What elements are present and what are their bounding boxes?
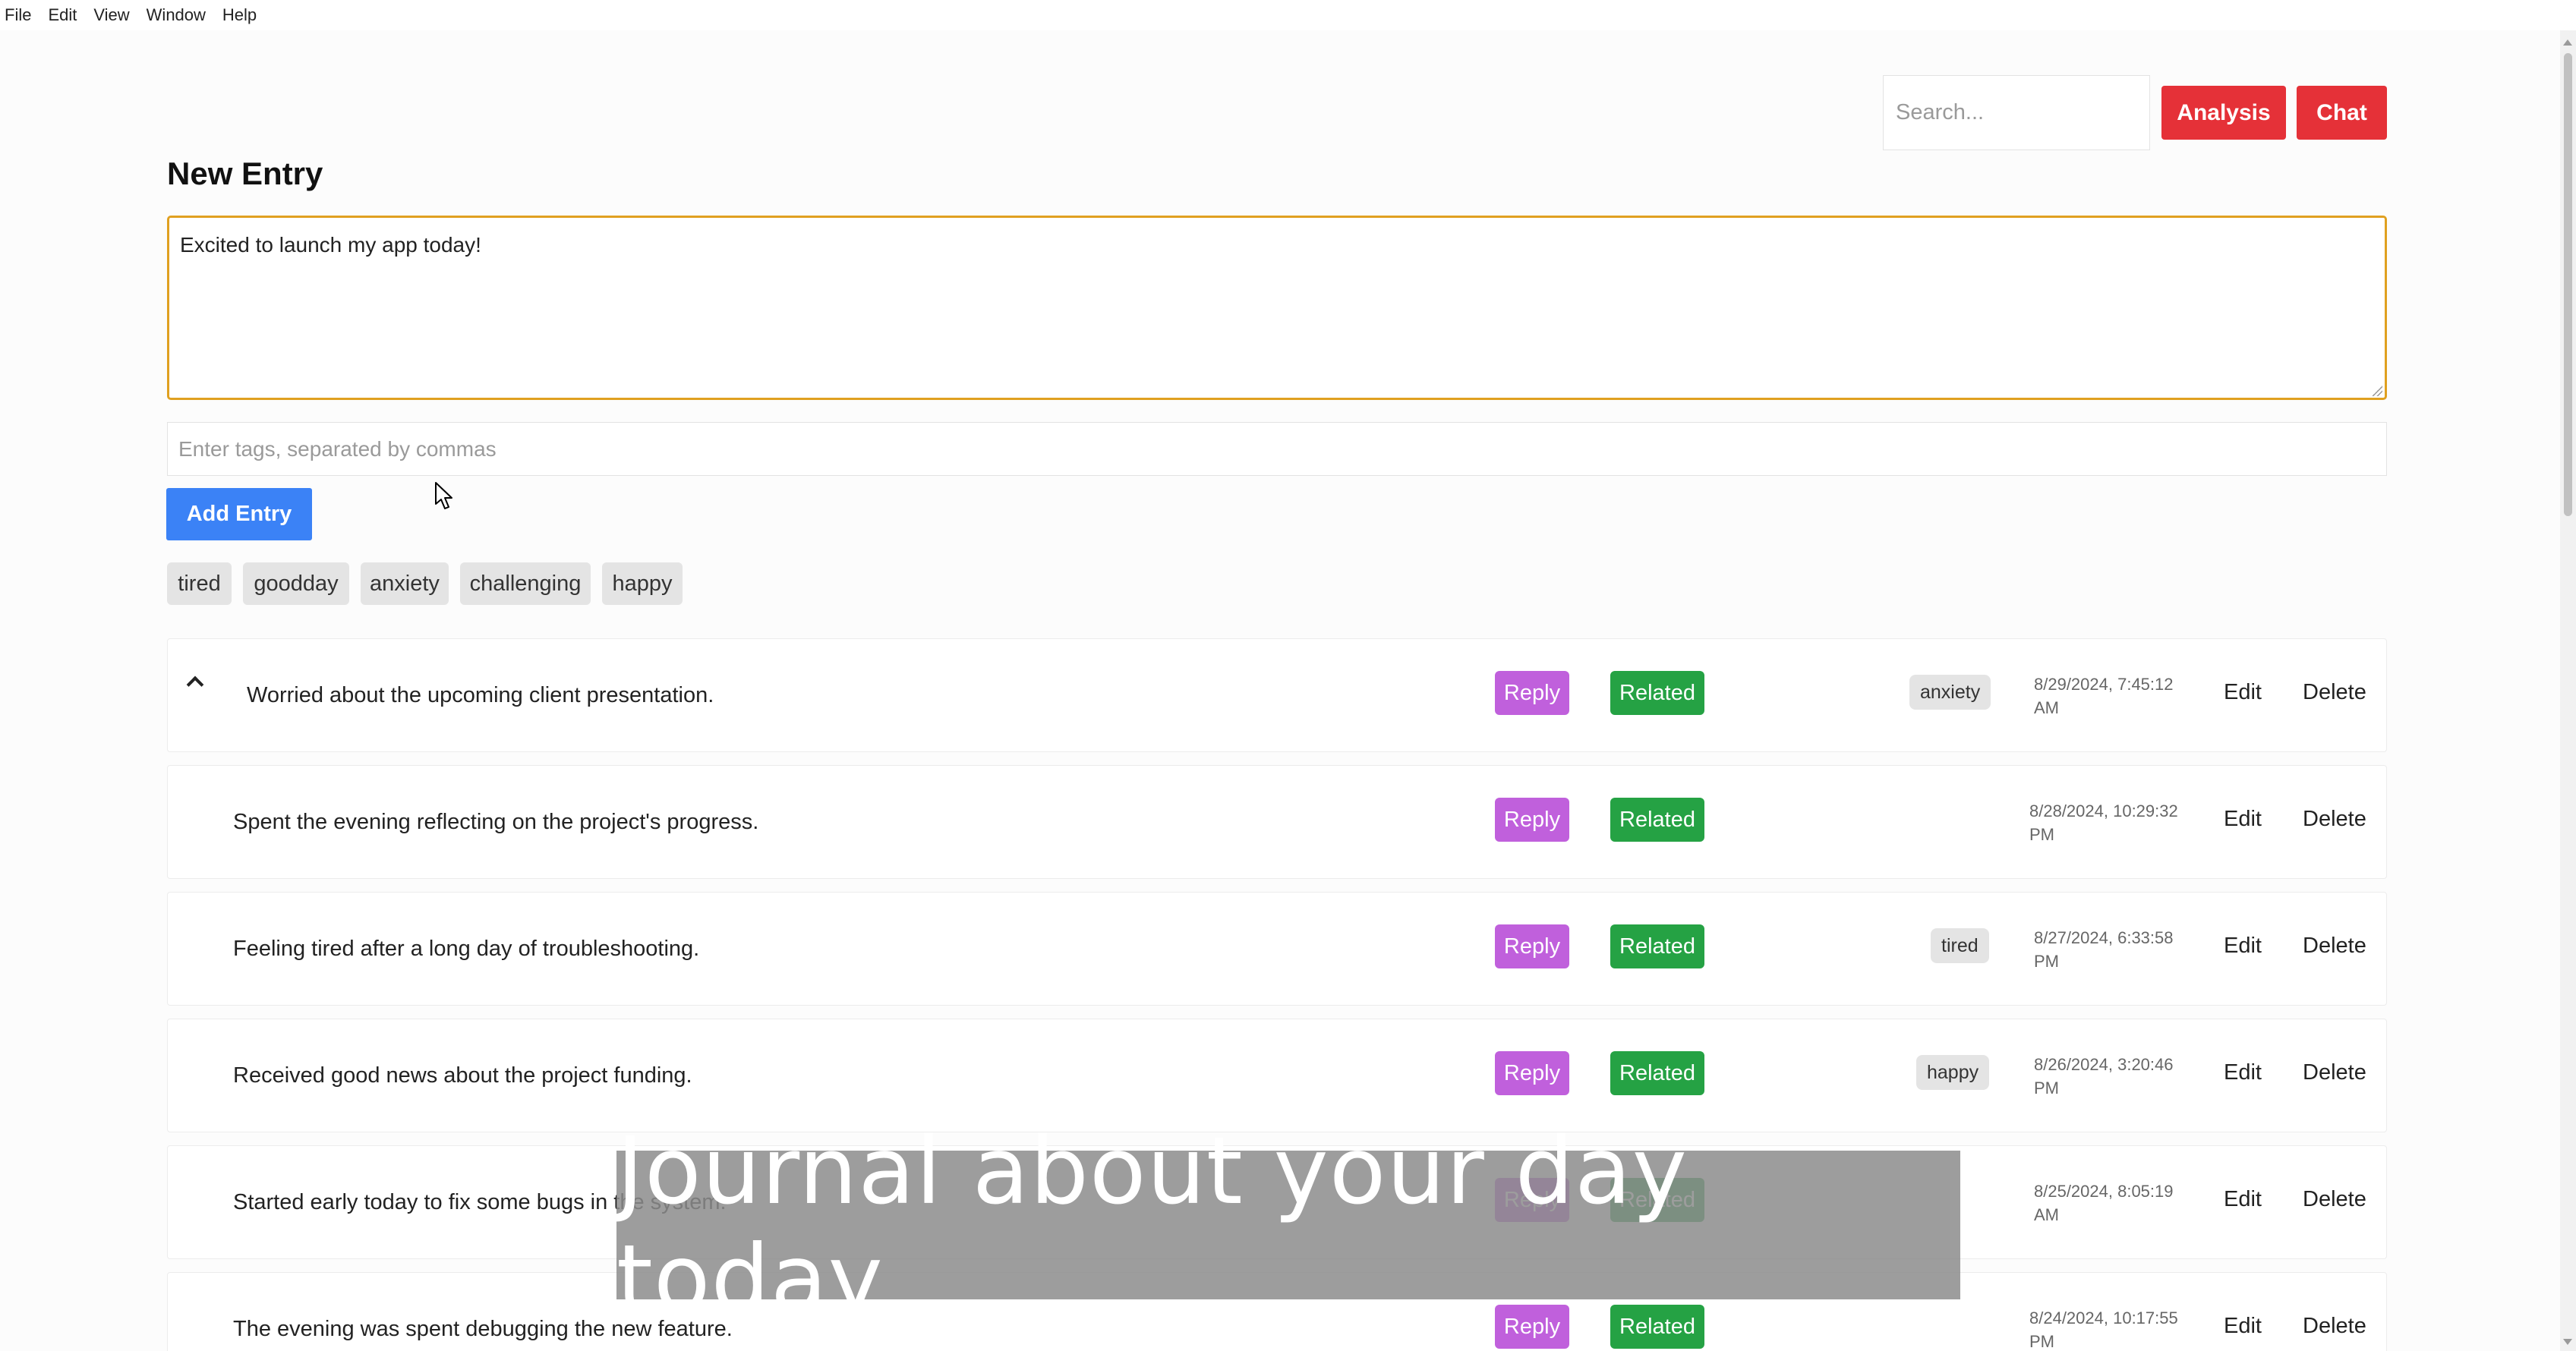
page-title: New Entry [167,156,323,191]
related-button[interactable]: Related [1610,924,1704,968]
caption-text: Journal about your day today [616,1117,1688,1333]
delete-link[interactable]: Delete [2303,934,2366,959]
entry-date: 8/25/2024, 8:05:19 AM [2034,1182,2174,1224]
edit-link[interactable]: Edit [2224,680,2262,705]
delete-link[interactable]: Delete [2303,1060,2366,1085]
entry-row: Spent the evening reflecting on the proj… [167,765,2387,879]
menu-view[interactable]: View [93,5,129,25]
entry-text: Received good news about the project fun… [233,1063,692,1088]
entry-text: Feeling tired after a long day of troubl… [233,937,700,961]
entry-tag: anxiety [1909,675,1991,710]
entry-date: 8/27/2024, 6:33:58 PM [2034,928,2174,971]
caption-overlay: Journal about your day today [616,1117,1960,1333]
entry-text: Worried about the upcoming client presen… [247,683,714,707]
menu-edit[interactable]: Edit [48,5,77,25]
mouse-cursor-icon [435,482,452,509]
entry-textarea[interactable] [167,216,2387,400]
delete-link[interactable]: Delete [2303,807,2366,832]
reply-button[interactable]: Reply [1495,924,1569,968]
menu-help[interactable]: Help [222,5,257,25]
entry-date: 8/24/2024, 10:17:55 PM [2029,1308,2178,1351]
entry-row: Worried about the upcoming client presen… [167,638,2387,752]
edit-link[interactable]: Edit [2224,807,2262,832]
entry-date: 8/28/2024, 10:29:32 PM [2029,801,2178,844]
scroll-thumb[interactable] [2564,53,2572,516]
tag-filter-tired[interactable]: tired [167,562,232,605]
menu-bar: File Edit View Window Help [0,0,2576,30]
entry-tag: happy [1916,1055,1990,1090]
entry-date: 8/26/2024, 3:20:46 PM [2034,1055,2174,1097]
reply-button[interactable]: Reply [1495,671,1569,715]
reply-button[interactable]: Reply [1495,1051,1569,1095]
vertical-scrollbar[interactable] [2560,30,2576,1351]
menu-window[interactable]: Window [147,5,206,25]
delete-link[interactable]: Delete [2303,1187,2366,1212]
edit-link[interactable]: Edit [2224,1314,2262,1339]
related-button[interactable]: Related [1610,671,1704,715]
edit-link[interactable]: Edit [2224,934,2262,959]
edit-link[interactable]: Edit [2224,1060,2262,1085]
tag-filter-anxiety[interactable]: anxiety [361,562,449,605]
resize-grip-icon[interactable] [2372,386,2382,396]
delete-link[interactable]: Delete [2303,680,2366,705]
entry-text: Spent the evening reflecting on the proj… [233,810,759,834]
related-button[interactable]: Related [1610,798,1704,842]
tag-filter-goodday[interactable]: goodday [243,562,349,605]
collapse-chevron-icon[interactable] [186,676,204,694]
analysis-button[interactable]: Analysis [2161,86,2286,140]
search-input[interactable] [1883,75,2150,150]
tag-filter-challenging[interactable]: challenging [460,562,591,605]
add-entry-button[interactable]: Add Entry [166,488,312,540]
entry-tag: tired [1931,928,1989,963]
chat-button[interactable]: Chat [2297,86,2387,140]
scroll-up-arrow-icon[interactable] [2563,39,2572,46]
scroll-down-arrow-icon[interactable] [2563,1339,2572,1345]
entry-row: Received good news about the project fun… [167,1019,2387,1132]
entry-row: Feeling tired after a long day of troubl… [167,892,2387,1006]
edit-link[interactable]: Edit [2224,1187,2262,1212]
entry-date: 8/29/2024, 7:45:12 AM [2034,675,2174,717]
related-button[interactable]: Related [1610,1051,1704,1095]
menu-file[interactable]: File [5,5,31,25]
reply-button[interactable]: Reply [1495,798,1569,842]
tag-filter-happy[interactable]: happy [602,562,683,605]
tags-input[interactable] [167,422,2387,476]
delete-link[interactable]: Delete [2303,1314,2366,1339]
